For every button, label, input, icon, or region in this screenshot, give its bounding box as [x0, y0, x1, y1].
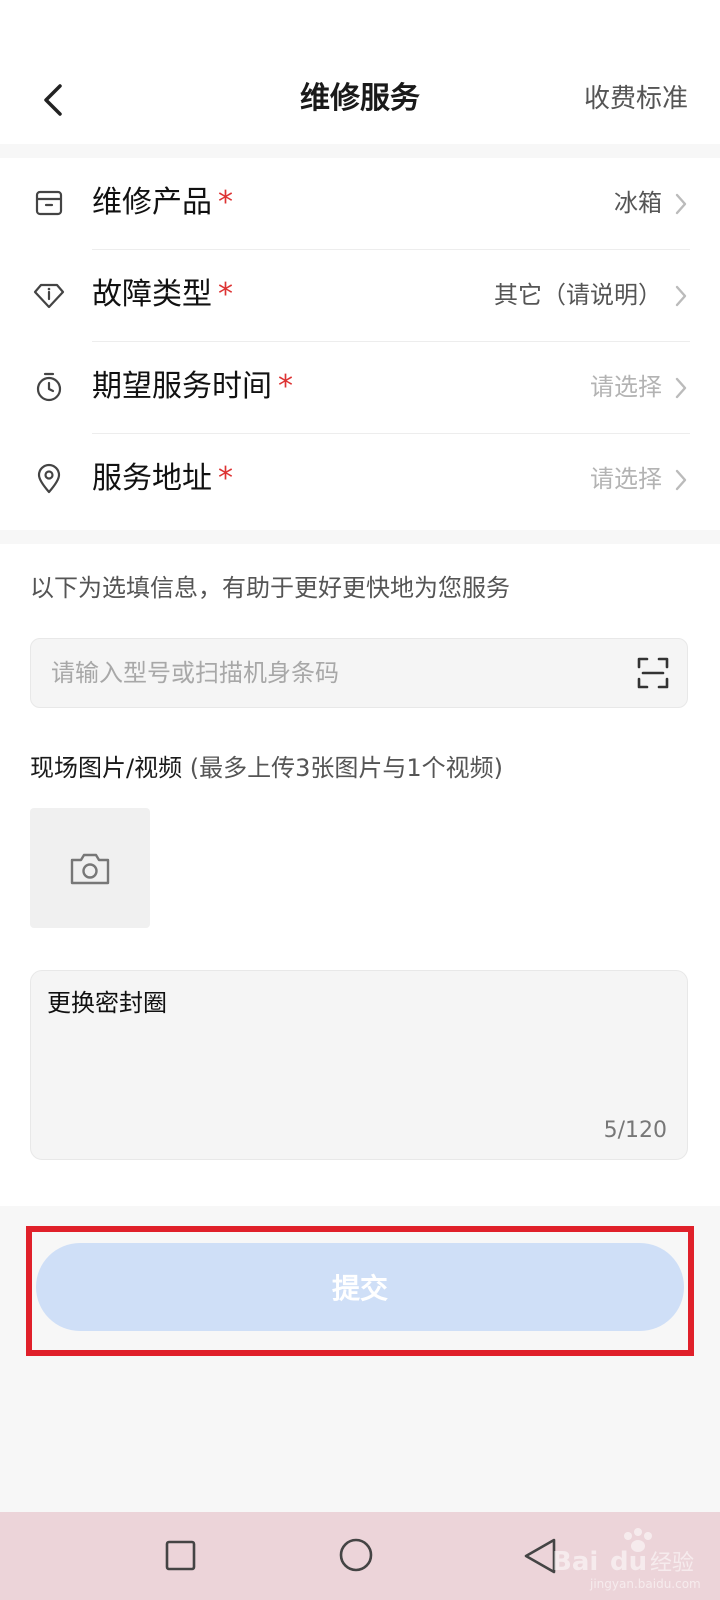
row-label: 维修产品 * — [92, 185, 233, 220]
notes-box: 更换密封圈 5/120 — [30, 970, 688, 1160]
svg-text:经验: 经验 — [650, 1551, 694, 1576]
square-icon — [165, 1540, 196, 1571]
baidu-jingyan-watermark: Bai du 经验 jingyan.baidu.com — [550, 1526, 701, 1596]
model-number-input[interactable] — [51, 639, 611, 707]
media-upload-label: 现场图片/视频 (最多上传3张图片与1个视频) — [30, 754, 503, 782]
row-service-address[interactable]: 服务地址 * 请选择 — [0, 434, 720, 526]
row-label: 服务地址 * — [92, 461, 233, 496]
media-upload-button[interactable] — [30, 808, 150, 928]
optional-info-section: 以下为选填信息，有助于更好更快地为您服务 现场图片/视频 (最多上传3张图片与1… — [0, 544, 720, 940]
row-label: 故障类型 * — [92, 277, 233, 312]
fault-description-textarea[interactable]: 更换密封圈 — [47, 985, 667, 1115]
top-header: 维修服务 收费标准 — [0, 0, 720, 144]
camera-icon — [70, 853, 110, 885]
svg-text:jingyan.baidu.com: jingyan.baidu.com — [589, 1577, 700, 1591]
chevron-right-icon — [675, 193, 687, 215]
required-fields-card: 维修产品 * 冰箱 故障类型 * 其它（请说明） 期望服务时间 * 请选择 服务… — [0, 158, 720, 530]
row-expected-time[interactable]: 期望服务时间 * 请选择 — [0, 342, 720, 434]
required-star: * — [278, 369, 293, 404]
row-value: 请选择 — [590, 373, 662, 401]
row-value: 请选择 — [590, 465, 662, 493]
optional-hint-text: 以下为选填信息，有助于更好更快地为您服务 — [30, 574, 510, 602]
chevron-right-icon — [675, 285, 687, 307]
home-button[interactable] — [332, 1528, 388, 1584]
media-upload-limit: (最多上传3张图片与1个视频) — [182, 754, 503, 782]
row-label: 期望服务时间 * — [92, 369, 293, 404]
repair-service-page: 维修服务 收费标准 维修产品 * 冰箱 故障类型 * 其它（请说明） 期望服务时… — [0, 0, 720, 1600]
required-star: * — [218, 185, 233, 220]
chevron-right-icon — [675, 377, 687, 399]
system-navigation-bar: Bai du 经验 jingyan.baidu.com — [0, 1512, 720, 1600]
character-counter: 5/120 — [603, 1118, 667, 1143]
required-star: * — [218, 461, 233, 496]
fee-standard-link[interactable]: 收费标准 — [584, 76, 688, 122]
diamond-info-icon — [32, 278, 66, 312]
stopwatch-icon — [32, 370, 66, 404]
submit-button[interactable]: 提交 — [36, 1243, 684, 1331]
svg-text:du: du — [610, 1547, 647, 1577]
scan-icon[interactable] — [635, 655, 671, 691]
required-star: * — [218, 277, 233, 312]
circle-icon — [339, 1538, 373, 1572]
row-value: 其它（请说明） — [494, 281, 662, 309]
row-repair-product[interactable]: 维修产品 * 冰箱 — [0, 158, 720, 250]
box-icon — [32, 186, 66, 220]
row-value: 冰箱 — [614, 189, 662, 217]
svg-text:Bai: Bai — [552, 1547, 598, 1577]
recent-apps-button[interactable] — [152, 1528, 208, 1584]
row-fault-type[interactable]: 故障类型 * 其它（请说明） — [0, 250, 720, 342]
notes-section: 更换密封圈 5/120 — [0, 940, 720, 1206]
location-pin-icon — [32, 462, 66, 496]
chevron-right-icon — [675, 469, 687, 491]
model-input-box — [30, 638, 688, 708]
